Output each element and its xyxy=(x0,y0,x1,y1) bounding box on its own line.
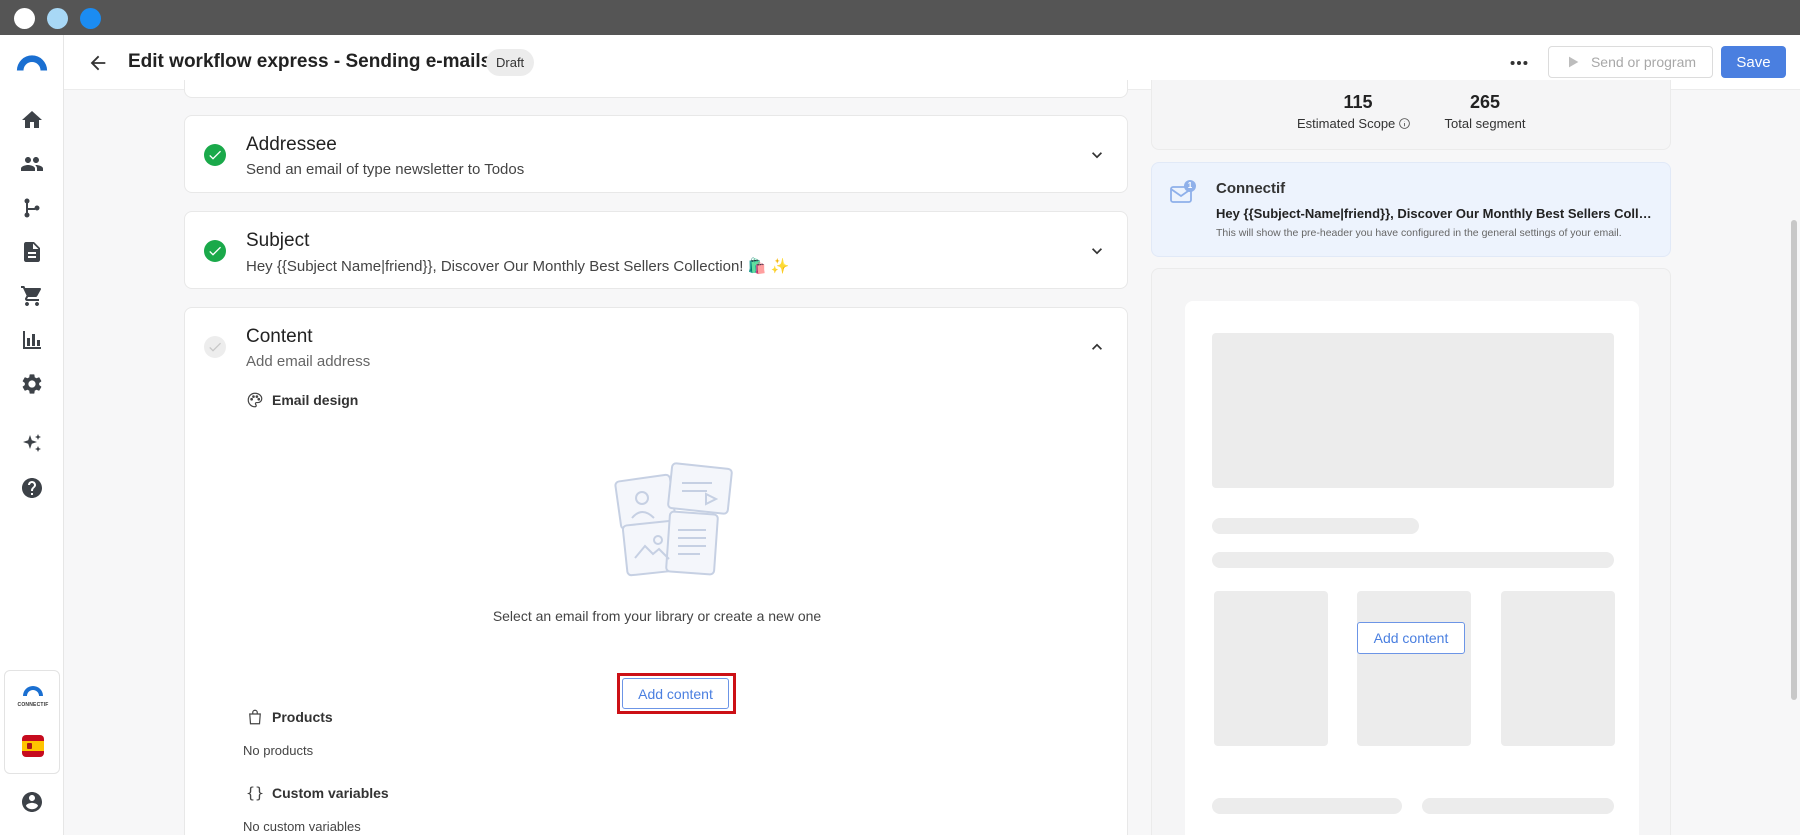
custom-variables-empty-text: No custom variables xyxy=(243,819,361,834)
email-preview-canvas xyxy=(1185,301,1639,835)
chevron-down-icon[interactable] xyxy=(1085,239,1109,263)
email-library-illustration xyxy=(614,462,733,577)
workflows-icon[interactable] xyxy=(18,194,46,222)
preview-product-placeholder xyxy=(1501,591,1615,746)
analytics-icon[interactable] xyxy=(18,326,46,354)
shopping-bag-icon xyxy=(249,709,261,725)
chevron-up-icon[interactable] xyxy=(1085,335,1109,359)
brand-logo[interactable]: CONNECTIF xyxy=(17,683,49,708)
custom-variables-heading: {} Custom variables xyxy=(246,784,389,802)
preview-line-placeholder xyxy=(1212,552,1614,568)
inbox-preview-card: 1 Connectif Hey {{Subject-Name|friend}},… xyxy=(1151,162,1671,257)
play-icon xyxy=(1568,56,1579,68)
subject-step-card[interactable]: Subject Hey {{Subject Name|friend}}, Dis… xyxy=(184,211,1128,289)
send-label: Send or program xyxy=(1590,54,1697,70)
save-button[interactable]: Save xyxy=(1721,46,1786,78)
language-flag-icon[interactable] xyxy=(22,735,44,757)
cart-icon[interactable] xyxy=(18,282,46,310)
content-step-card: Content Add email address Email design S… xyxy=(184,307,1128,835)
left-navigation: CONNECTIF xyxy=(0,35,64,835)
brand-account-box: CONNECTIF xyxy=(4,670,60,774)
preview-add-content-button[interactable]: Add content xyxy=(1357,622,1465,654)
step-subtitle: Send an email of type newsletter to Todo… xyxy=(246,161,525,178)
preheader-note: This will show the pre-header you have c… xyxy=(1216,227,1622,239)
estimated-scope-label: Estimated Scope xyxy=(1297,116,1396,131)
settings-icon[interactable] xyxy=(18,370,46,398)
braces-icon: {} xyxy=(246,784,265,802)
page-scrollbar[interactable] xyxy=(1791,220,1797,700)
scope-stats-card: 115 Estimated Scope 265 Total segment xyxy=(1151,80,1671,150)
email-design-heading: Email design xyxy=(246,391,358,409)
home-icon[interactable] xyxy=(18,106,46,134)
sender-name: Connectif xyxy=(1216,180,1286,197)
back-button[interactable] xyxy=(84,49,112,77)
email-preview-panel xyxy=(1151,268,1671,835)
products-label: Products xyxy=(272,709,333,725)
send-or-program-button[interactable]: Send or program xyxy=(1548,46,1713,78)
email-envelope-icon: 1 xyxy=(1169,179,1197,205)
notification-count: 1 xyxy=(1187,181,1193,190)
contacts-icon[interactable] xyxy=(18,150,46,178)
total-segment-value: 265 xyxy=(1469,92,1501,112)
help-icon[interactable] xyxy=(18,474,46,502)
products-heading: Products xyxy=(246,708,333,726)
preview-product-placeholder xyxy=(1357,591,1471,746)
empty-state-message: Select an email from your library or cre… xyxy=(492,608,822,624)
preview-subject-line: Hey {{Subject-Name|friend}}, Discover Ou… xyxy=(1216,206,1656,221)
palette-icon xyxy=(247,392,263,408)
estimated-scope-label-row: Estimated Scope xyxy=(1297,116,1411,131)
os-title-bar xyxy=(0,0,1800,35)
total-segment-label: Total segment xyxy=(1444,116,1526,131)
step-title: Addressee xyxy=(246,134,337,155)
step-subtitle: Hey {{Subject Name|friend}}, Discover Ou… xyxy=(246,258,790,275)
step-title: Content xyxy=(246,326,313,347)
status-badge: Draft xyxy=(486,49,535,76)
window-maximize-dot[interactable] xyxy=(80,8,101,29)
estimated-scope-value: 115 xyxy=(1343,92,1373,112)
preview-line-placeholder xyxy=(1422,798,1614,814)
check-pending-icon xyxy=(204,336,226,358)
addressee-step-card[interactable]: Addressee Send an email of type newslett… xyxy=(184,115,1128,193)
ai-sparkle-icon[interactable] xyxy=(18,430,46,458)
check-complete-icon xyxy=(204,240,226,262)
step-subtitle: Add email address xyxy=(246,353,371,370)
check-complete-icon xyxy=(204,144,226,166)
window-close-dot[interactable] xyxy=(14,8,35,29)
preview-line-placeholder xyxy=(1212,798,1402,814)
products-empty-text: No products xyxy=(243,743,314,758)
account-icon[interactable] xyxy=(18,788,46,816)
logo-icon[interactable] xyxy=(14,47,50,77)
brand-label: CONNECTIF xyxy=(17,702,49,708)
preview-line-placeholder xyxy=(1212,518,1419,534)
more-horizontal-icon[interactable] xyxy=(1504,49,1534,77)
content-icon[interactable] xyxy=(18,238,46,266)
add-content-button[interactable]: Add content xyxy=(622,678,729,709)
email-design-label: Email design xyxy=(272,392,359,408)
custom-variables-label: Custom variables xyxy=(272,785,389,801)
chevron-down-icon[interactable] xyxy=(1085,143,1109,167)
previous-step-card xyxy=(184,80,1128,98)
step-title: Subject xyxy=(246,230,310,251)
preview-hero-placeholder xyxy=(1212,333,1614,488)
preview-product-placeholder xyxy=(1214,591,1328,746)
info-icon[interactable] xyxy=(1398,117,1411,130)
window-minimize-dot[interactable] xyxy=(47,8,68,29)
page-title: Edit workflow express - Sending e-mails xyxy=(128,51,492,72)
